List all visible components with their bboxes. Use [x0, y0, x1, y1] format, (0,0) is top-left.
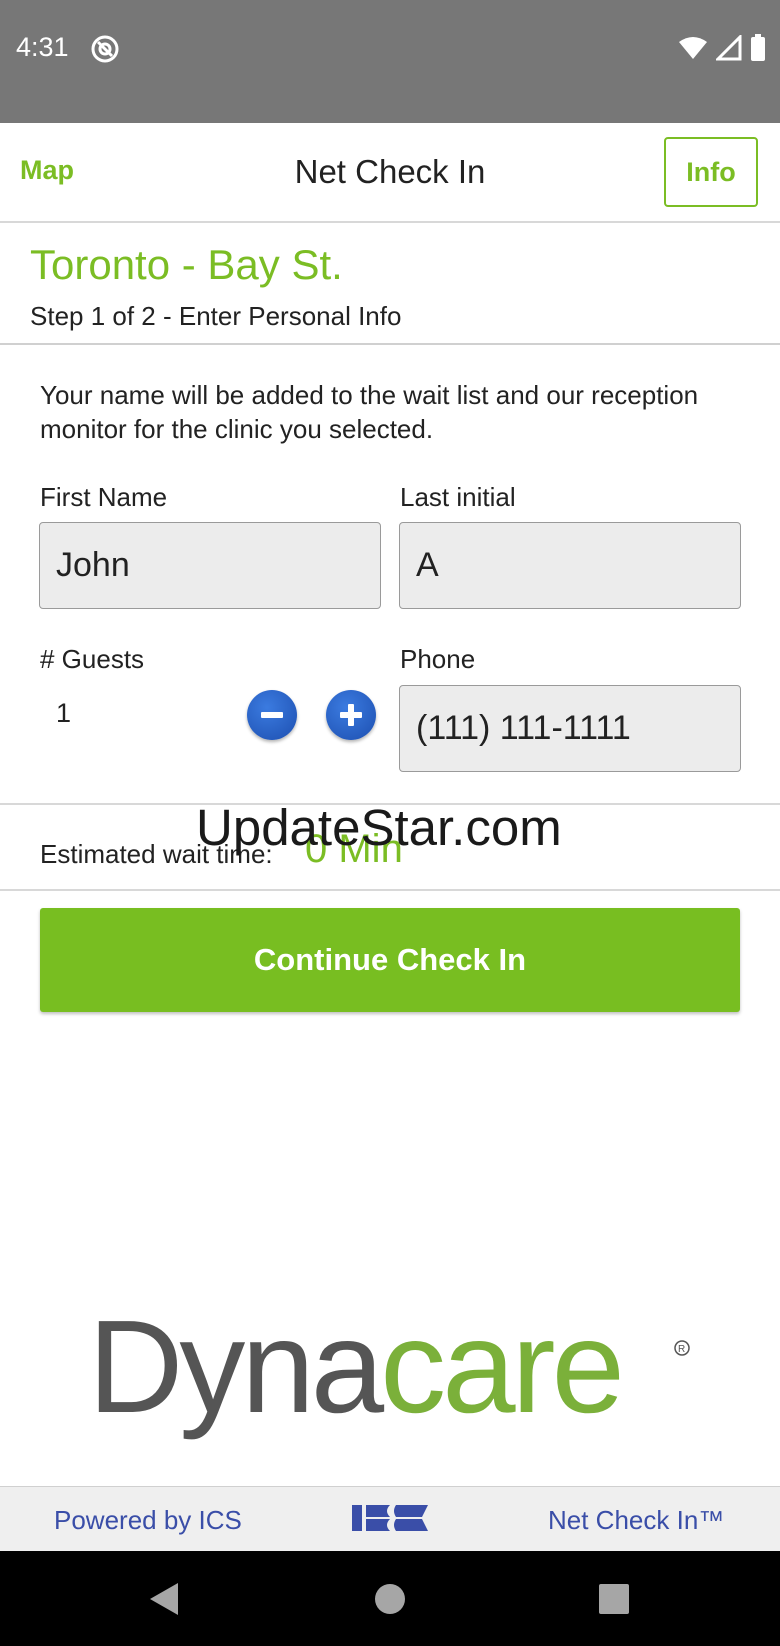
location-block: Toronto - Bay St. Step 1 of 2 - Enter Pe…: [0, 223, 780, 345]
battery-icon: [751, 34, 765, 61]
recents-icon[interactable]: [598, 1583, 630, 1615]
svg-text:R: R: [678, 1344, 685, 1355]
step-indicator: Step 1 of 2 - Enter Personal Info: [30, 301, 402, 331]
net-check-in-trademark: Net Check In™: [548, 1505, 725, 1535]
signal-icon: [716, 35, 742, 61]
increment-guests-button[interactable]: [326, 690, 376, 740]
last-initial-label: Last initial: [400, 482, 516, 512]
phone-value: (111) 111-1111: [416, 709, 631, 747]
status-icons: [678, 34, 766, 62]
plus-icon: [340, 704, 362, 726]
first-name-label: First Name: [40, 482, 168, 512]
at-sign-icon: [90, 34, 120, 64]
wifi-icon: [679, 37, 707, 59]
first-name-value: John: [56, 546, 130, 584]
decrement-guests-button[interactable]: [247, 690, 297, 740]
home-icon[interactable]: [373, 1582, 407, 1616]
intro-text: Your name will be added to the wait list…: [40, 380, 699, 444]
guests-label: # Guests: [40, 644, 145, 674]
status-time: 4:31: [16, 32, 69, 62]
dynacare-logo: Dynacare R: [88, 1293, 700, 1445]
last-initial-value: A: [416, 546, 439, 584]
page-title: Net Check In: [294, 153, 486, 190]
status-bar: 4:31: [0, 0, 780, 123]
watermark: UpdateStar.com: [196, 799, 562, 856]
guests-value: 1: [56, 698, 72, 728]
location-name: Toronto - Bay St.: [30, 241, 343, 288]
back-icon[interactable]: [148, 1581, 180, 1617]
first-name-field[interactable]: John: [39, 522, 381, 609]
continue-check-in-button[interactable]: Continue Check In: [40, 908, 740, 1012]
last-initial-field[interactable]: A: [399, 522, 741, 609]
app-header: Map Net Check In Info: [0, 123, 780, 223]
phone-label: Phone: [400, 644, 476, 674]
footer: Powered by ICS Net Check In™: [0, 1486, 780, 1552]
info-button[interactable]: Info: [664, 137, 758, 207]
minus-icon: [261, 712, 283, 718]
ics-logo-icon: [352, 1501, 428, 1540]
svg-text:Dynacare: Dynacare: [88, 1300, 621, 1440]
system-nav-bar: [0, 1551, 780, 1646]
phone-field[interactable]: (111) 111-1111: [399, 685, 741, 772]
powered-by-text: Powered by ICS: [54, 1505, 242, 1535]
